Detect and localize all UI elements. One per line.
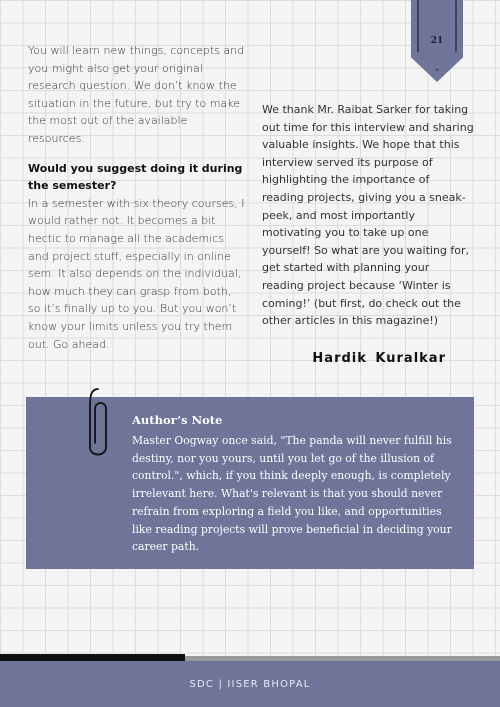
left-column: You will learn new things, concepts and … <box>28 42 246 353</box>
intro-paragraph: You will learn new things, concepts and … <box>28 44 245 145</box>
paperclip-icon <box>89 388 107 456</box>
footer-divider-dark <box>0 654 185 661</box>
authors-note-title: Author’s Note <box>132 413 223 427</box>
closing-paragraph: We thank Mr. Raibat Sarker for taking ou… <box>262 103 474 328</box>
footer-text: SDC | IISER BHOPAL <box>189 679 311 690</box>
page-number: 21 <box>430 36 444 46</box>
interview-question: Would you suggest doing it during the se… <box>28 161 243 193</box>
author-name: Hardik Kuralkar <box>312 351 446 366</box>
interview-answer: In a semester with six theory courses, I… <box>28 196 245 351</box>
authors-note-text: Master Oogway once said, "The panda will… <box>132 434 452 554</box>
right-column: We thank Mr. Raibat Sarker for taking ou… <box>262 101 474 330</box>
